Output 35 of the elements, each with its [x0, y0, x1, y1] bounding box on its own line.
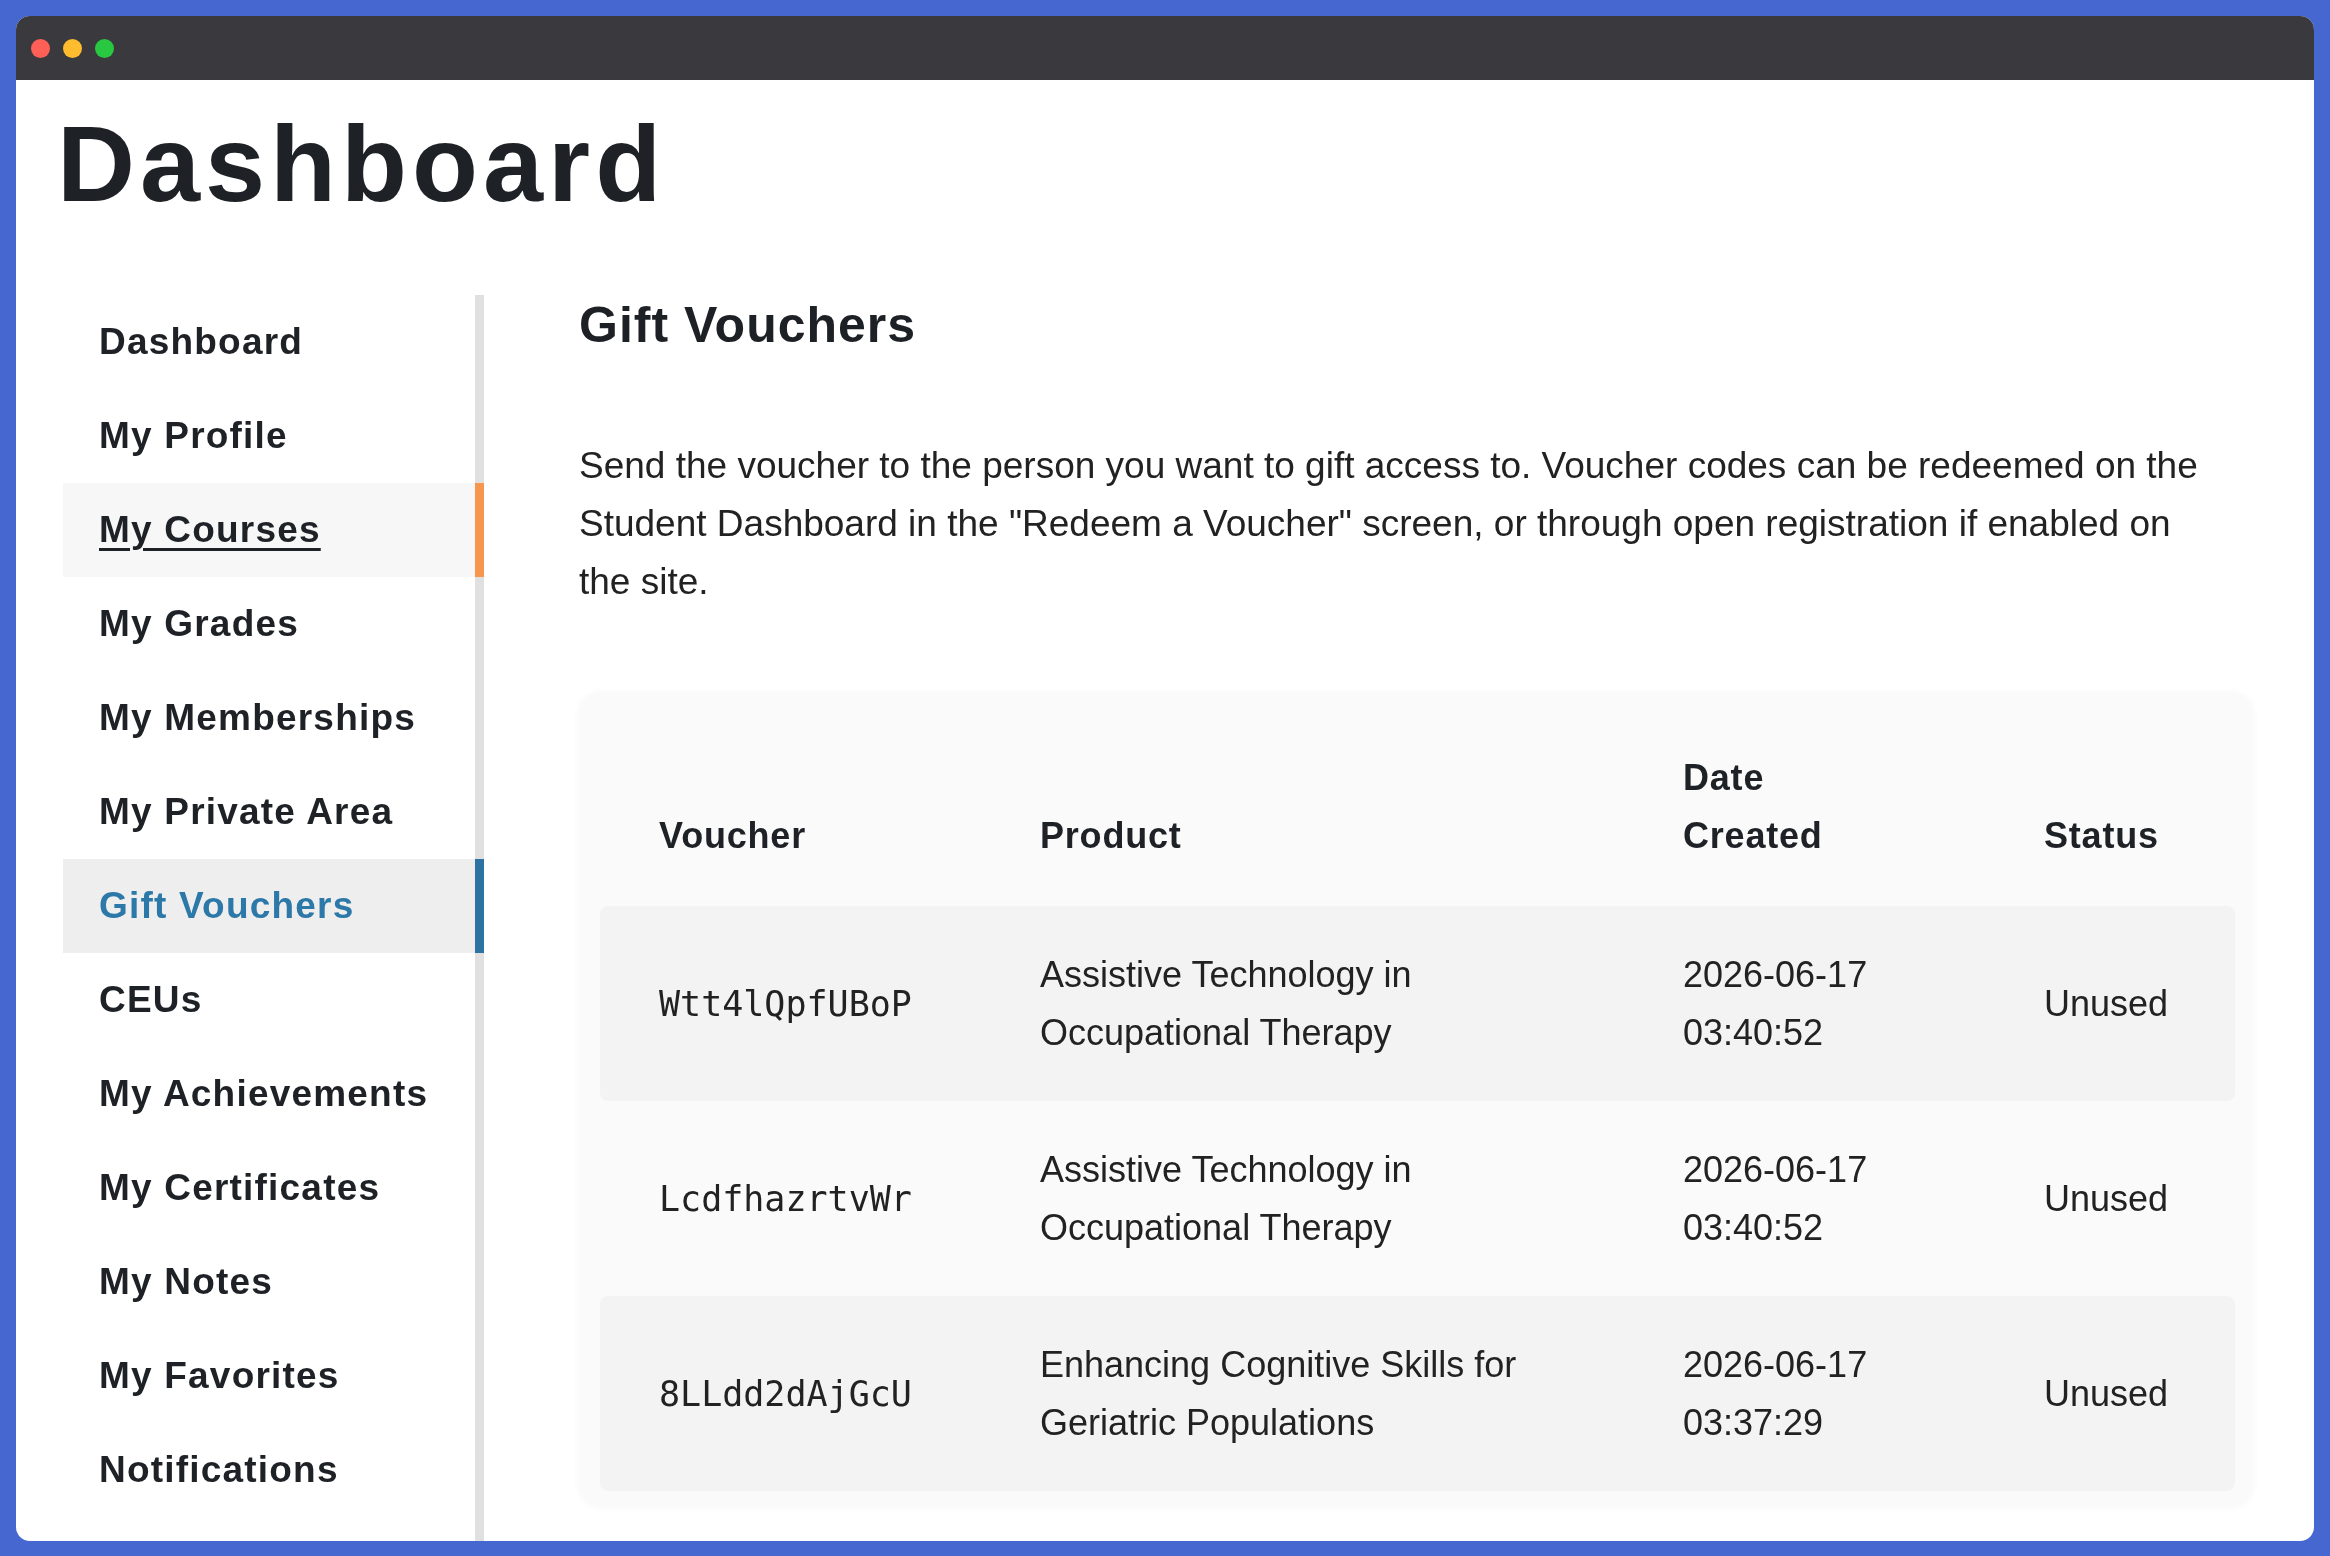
table-cell: 2026-06-17 03:40:52: [1683, 1148, 1868, 1248]
column-header: Product: [1040, 815, 1182, 856]
minimize-dot-icon[interactable]: [63, 38, 82, 58]
table-cell: Wtt4lQpfUBoP: [659, 983, 912, 1024]
table-cell: 2026-06-17 03:40:52: [1683, 953, 1868, 1053]
sidebar-item[interactable]: Dashboard: [63, 295, 484, 389]
table-cell: Enhancing Cognitive Skills for Geriatric Populations: [1040, 1343, 1517, 1443]
column-header: Date Created: [1683, 757, 1823, 856]
table-cell: Unused: [2044, 1372, 2169, 1414]
description-text: Send the voucher to the person you want to gift access to. Voucher codes can be redeemed on the Student Dashboard in the "Redeem a Voucher" screen, or through open registration if enabled on the site.: [579, 444, 2199, 604]
sidebar-item[interactable]: My Courses: [63, 483, 484, 577]
sidebar-item[interactable]: Notifications: [63, 1423, 484, 1517]
table-cell: Assistive Technology in Occupational Therapy: [1040, 953, 1412, 1053]
table-cell: LcdfhazrtvWr: [659, 1178, 912, 1219]
sidebar-item[interactable]: My Favorites: [63, 1329, 484, 1423]
sidebar-item[interactable]: My Profile: [63, 389, 484, 483]
table-cell: 8LLdd2dAjGcU: [659, 1373, 912, 1414]
section-heading: Gift Vouchers: [579, 296, 918, 355]
sidebar-item[interactable]: My Notes: [63, 1235, 484, 1329]
sidebar-item[interactable]: Gift Vouchers: [63, 859, 484, 953]
maximize-dot-icon[interactable]: [95, 38, 114, 58]
sidebar-item[interactable]: My Private Area: [63, 765, 484, 859]
column-header: Voucher: [659, 815, 806, 856]
sidebar-item[interactable]: My Certificates: [63, 1141, 484, 1235]
table-cell: 2026-06-17 03:37:29: [1683, 1343, 1868, 1443]
sidebar-item[interactable]: CEUs: [63, 953, 484, 1047]
column-header: Status: [2044, 815, 2159, 856]
table-cell: Unused: [2044, 982, 2169, 1024]
table-cell: Unused: [2044, 1177, 2169, 1219]
sidebar-item[interactable]: My Grades: [63, 577, 484, 671]
sidebar-item[interactable]: My Memberships: [63, 671, 484, 765]
sidebar-item[interactable]: My Achievements: [63, 1047, 484, 1141]
close-dot-icon[interactable]: [31, 38, 50, 58]
table-cell: Assistive Technology in Occupational Therapy: [1040, 1148, 1412, 1248]
page-title: Dashboard: [57, 110, 667, 218]
